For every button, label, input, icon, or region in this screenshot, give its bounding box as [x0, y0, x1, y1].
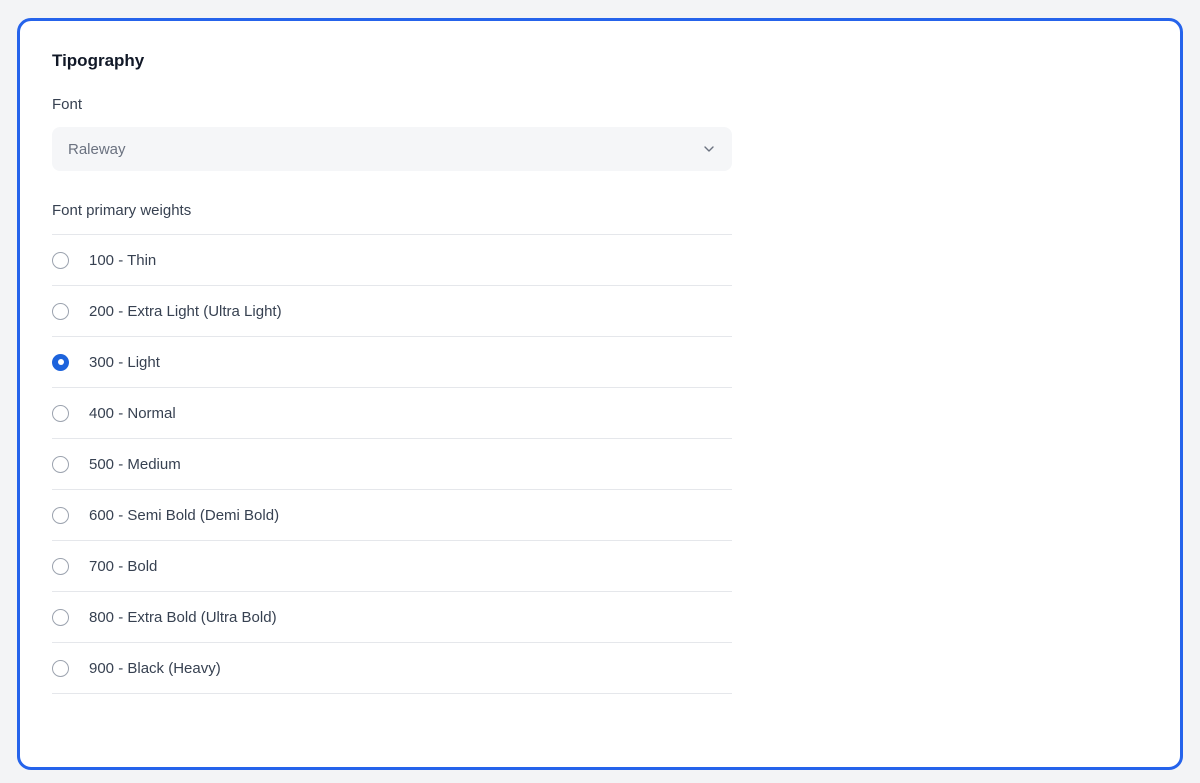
radio-label: 600 - Semi Bold (Demi Bold) [89, 506, 280, 524]
radio-button[interactable] [52, 353, 69, 371]
font-weights-radio-group: 100 - Thin 200 - Extra Light (Ultra Ligh… [52, 235, 732, 694]
radio-button[interactable] [52, 608, 69, 626]
typography-card: Tipography Font Raleway Font primary wei… [17, 18, 1183, 770]
weight-option-400[interactable]: 400 - Normal [52, 388, 732, 439]
radio-button[interactable] [52, 659, 69, 677]
radio-label: 800 - Extra Bold (Ultra Bold) [89, 608, 277, 626]
radio-button[interactable] [52, 506, 69, 524]
radio-label: 700 - Bold [89, 557, 158, 575]
font-select-value: Raleway [68, 140, 126, 158]
radio-label: 900 - Black (Heavy) [89, 659, 221, 677]
font-select[interactable]: Raleway [52, 127, 732, 171]
page: Tipography Font Raleway Font primary wei… [0, 0, 1200, 783]
font-label: Font [52, 96, 83, 113]
radio-button[interactable] [52, 557, 69, 575]
radio-label: 100 - Thin [89, 251, 157, 269]
weight-option-300[interactable]: 300 - Light [52, 337, 732, 388]
radio-button[interactable] [52, 455, 69, 473]
radio-label: 500 - Medium [89, 455, 181, 473]
weight-option-600[interactable]: 600 - Semi Bold (Demi Bold) [52, 490, 732, 541]
radio-label: 300 - Light [89, 353, 160, 371]
radio-button[interactable] [52, 251, 69, 269]
weight-option-700[interactable]: 700 - Bold [52, 541, 732, 592]
weight-option-800[interactable]: 800 - Extra Bold (Ultra Bold) [52, 592, 732, 643]
typography-form: Tipography Font Raleway Font primary wei… [52, 49, 732, 694]
chevron-down-icon [702, 142, 716, 156]
radio-button[interactable] [52, 302, 69, 320]
weight-option-100[interactable]: 100 - Thin [52, 235, 732, 286]
weight-option-900[interactable]: 900 - Black (Heavy) [52, 643, 732, 694]
weight-option-500[interactable]: 500 - Medium [52, 439, 732, 490]
section-title: Tipography [52, 51, 145, 70]
radio-label: 200 - Extra Light (Ultra Light) [89, 302, 282, 320]
font-weights-label: Font primary weights [52, 201, 732, 235]
weight-option-200[interactable]: 200 - Extra Light (Ultra Light) [52, 286, 732, 337]
radio-button[interactable] [52, 404, 69, 422]
radio-label: 400 - Normal [89, 404, 176, 422]
